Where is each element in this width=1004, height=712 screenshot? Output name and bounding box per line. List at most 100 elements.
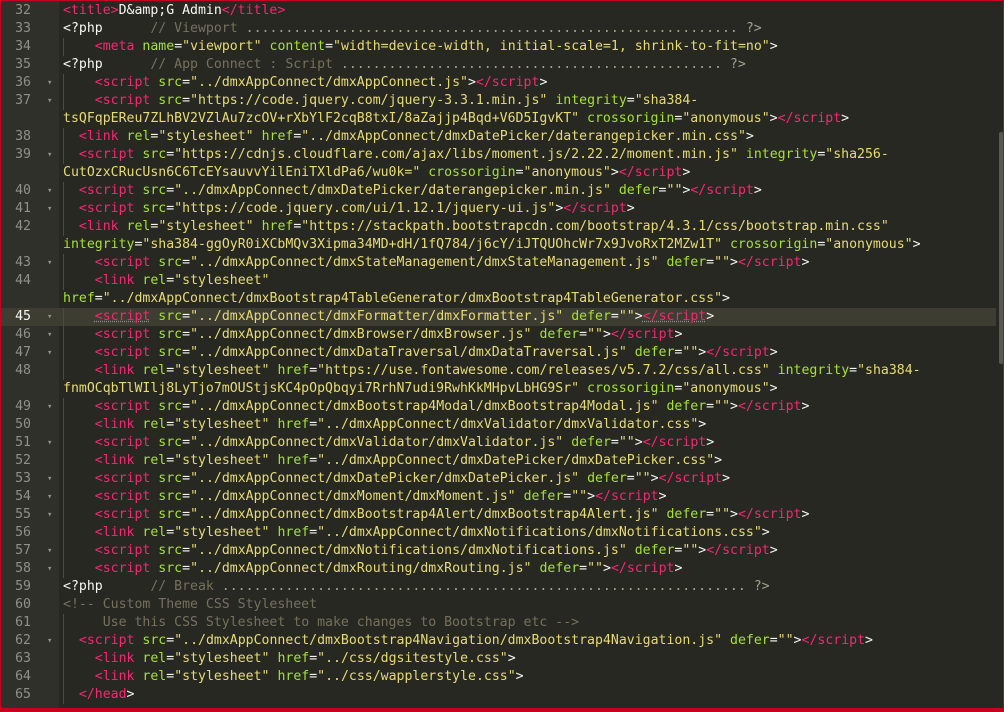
chevron-down-icon[interactable]: ▾ [47,146,52,164]
code-text[interactable]: <link rel="stylesheet" href="https://sta… [63,218,974,236]
code-line-40[interactable]: 40 ▾ <script src="../dmxAppConnect/dmxDat… [0,182,1004,200]
code-line-54[interactable]: 54 ▾ <script src="../dmxAppConnect/dmxMom… [0,488,1004,506]
chevron-down-icon[interactable]: ▾ [47,254,52,272]
code-line-wrap[interactable]: fnmOCqbTlWIlj8LyTjo7mOUStjsKC4pOpQbqyi7R… [0,380,1004,398]
code-line-52[interactable]: 52 <link rel="stylesheet" href="../dmxAp… [0,452,1004,470]
code-text[interactable]: <?php // App Connect : Script ..........… [63,56,974,74]
code-line-59[interactable]: 59 <?php // Break .......................… [0,578,1004,596]
indent-guide [63,524,95,542]
code-line-37[interactable]: 37 ▾ <script src="https://code.jquery.com… [0,92,1004,110]
code-line-58[interactable]: 58 ▾ <script src="../dmxAppConnect/dmxRou… [0,560,1004,578]
code-line-wrap[interactable]: integrity="sha384-ggOyR0iXCbMQv3Xipma34M… [0,236,1004,254]
chevron-down-icon[interactable]: ▾ [47,542,52,560]
code-text[interactable]: <title>D&amp;G Admin</title> [63,2,974,20]
code-line-49[interactable]: 49 ▾ <script src="../dmxAppConnect/dmxBoo… [0,398,1004,416]
chevron-down-icon[interactable]: ▾ [47,182,52,200]
chevron-down-icon[interactable]: ▾ [47,326,52,344]
chevron-down-icon[interactable]: ▾ [47,200,52,218]
chevron-down-icon[interactable]: ▾ [47,632,52,650]
code-text[interactable]: <script src="../dmxAppConnect/dmxBootstr… [63,398,974,416]
code-text[interactable]: <link rel="stylesheet" [63,272,974,290]
code-line-46[interactable]: 46 ▾ <script src="../dmxAppConnect/dmxBro… [0,326,1004,344]
code-text[interactable]: </head> [63,686,974,704]
chevron-down-icon[interactable]: ▾ [47,344,52,362]
vertical-scrollbar-thumb[interactable] [999,132,1003,364]
chevron-down-icon[interactable]: ▾ [47,506,52,524]
code-text[interactable]: <!-- Custom Theme CSS Stylesheet [63,596,974,614]
code-text[interactable]: <script src="../dmxAppConnect/dmxFormatt… [63,308,974,326]
chevron-down-icon[interactable]: ▾ [47,560,52,578]
code-line-61[interactable]: 61 Use this CSS Stylesheet to make chang… [0,614,1004,632]
code-text[interactable]: <script src="../dmxAppConnect/dmxStateMa… [63,254,974,272]
code-editor[interactable]: 32 <title>D&amp;G Admin</title> 33 <?php //… [0,0,1004,712]
chevron-down-icon[interactable]: ▾ [47,470,52,488]
code-text[interactable]: <script src="../dmxAppConnect/dmxDatePic… [63,182,974,200]
code-line-43[interactable]: 43 ▾ <script src="../dmxAppConnect/dmxSta… [0,254,1004,272]
code-line-36[interactable]: 36 ▾ <script src="../dmxAppConnect/dmxApp… [0,74,1004,92]
code-line-50[interactable]: 50 <link rel="stylesheet" href="../dmxAp… [0,416,1004,434]
code-line-55[interactable]: 55 ▾ <script src="../dmxAppConnect/dmxBoo… [0,506,1004,524]
code-text[interactable]: <link rel="stylesheet" href="../dmxAppCo… [63,524,974,542]
code-text[interactable]: integrity="sha384-ggOyR0iXCbMQv3Xipma34M… [63,236,974,254]
code-text[interactable]: <script src="../dmxAppConnect/dmxMoment/… [63,488,974,506]
code-line-42[interactable]: 42 <link rel="stylesheet" href="https://… [0,218,1004,236]
chevron-down-icon[interactable]: ▾ [47,434,52,452]
code-text[interactable]: <?php // Break .........................… [63,578,974,596]
code-line-35[interactable]: 35 <?php // App Connect : Script ........… [0,56,1004,74]
code-text[interactable]: <?php // Viewport ......................… [63,20,974,38]
code-text[interactable]: <script src="https://code.jquery.com/jqu… [63,92,974,110]
code-line-wrap[interactable]: href="../dmxAppConnect/dmxBootstrap4Tabl… [0,290,1004,308]
code-line-47[interactable]: 47 ▾ <script src="../dmxAppConnect/dmxDat… [0,344,1004,362]
code-text[interactable]: <script src="https://code.jquery.com/ui/… [63,200,974,218]
code-line-wrap[interactable]: CutOzxCRucUsn6C6TcEYsauvvYilEniTXldPa6/w… [0,164,1004,182]
code-text[interactable]: <link rel="stylesheet" href="https://use… [63,362,974,380]
code-line-41[interactable]: 41 ▾ <script src="https://code.jquery.com… [0,200,1004,218]
code-text[interactable]: <link rel="stylesheet" href="../css/dgsi… [63,650,974,668]
code-lines[interactable]: 32 <title>D&amp;G Admin</title> 33 <?php //… [0,2,1004,704]
code-line-39[interactable]: 39 ▾ <script src="https://cdnjs.cloudflar… [0,146,1004,164]
code-text[interactable]: <link rel="stylesheet" href="../dmxAppCo… [63,416,974,434]
code-text[interactable]: fnmOCqbTlWIlj8LyTjo7mOUStjsKC4pOpQbqyi7R… [63,380,974,398]
code-line-65[interactable]: 65 </head> [0,686,1004,704]
code-text[interactable]: <script src="../dmxAppConnect/dmxRouting… [63,560,974,578]
code-line-38[interactable]: 38 <link rel="stylesheet" href="../dmxAp… [0,128,1004,146]
code-line-44[interactable]: 44 <link rel="stylesheet" [0,272,1004,290]
code-text[interactable]: <script src="../dmxAppConnect/dmxAppConn… [63,74,974,92]
code-text[interactable]: <meta name="viewport" content="width=dev… [63,38,974,56]
code-line-63[interactable]: 63 <link rel="stylesheet" href="../css/d… [0,650,1004,668]
code-text[interactable]: <script src="../dmxAppConnect/dmxBootstr… [63,632,974,650]
code-line-34[interactable]: 34 <meta name="viewport" content="width=… [0,38,1004,56]
code-line-57[interactable]: 57 ▾ <script src="../dmxAppConnect/dmxNot… [0,542,1004,560]
code-line-56[interactable]: 56 <link rel="stylesheet" href="../dmxAp… [0,524,1004,542]
code-text[interactable]: href="../dmxAppConnect/dmxBootstrap4Tabl… [63,290,974,308]
code-line-51[interactable]: 51 ▾ <script src="../dmxAppConnect/dmxVal… [0,434,1004,452]
code-text[interactable]: Use this CSS Stylesheet to make changes … [63,614,974,632]
code-text[interactable]: <link rel="stylesheet" href="../dmxAppCo… [63,128,974,146]
code-text[interactable]: <link rel="stylesheet" href="../dmxAppCo… [63,452,974,470]
code-text[interactable]: <script src="https://cdnjs.cloudflare.co… [63,146,974,164]
code-text[interactable]: tsQFqpEReu7ZLhBV2VZlAu7zcOV+rXbYlF2cqB8t… [63,110,974,128]
chevron-down-icon[interactable]: ▾ [47,92,52,110]
code-text[interactable]: CutOzxCRucUsn6C6TcEYsauvvYilEniTXldPa6/w… [63,164,974,182]
code-text[interactable]: <script src="../dmxAppConnect/dmxBrowser… [63,326,974,344]
plain-token: > [801,507,810,522]
chevron-down-icon[interactable]: ▾ [47,398,52,416]
code-line-33[interactable]: 33 <?php // Viewport ....................… [0,20,1004,38]
code-line-53[interactable]: 53 ▾ <script src="../dmxAppConnect/dmxDat… [0,470,1004,488]
code-line-62[interactable]: 62 ▾ <script src="../dmxAppConnect/dmxBoo… [0,632,1004,650]
code-text[interactable]: <link rel="stylesheet" href="../css/wapp… [63,668,974,686]
code-line-45[interactable]: 45 ▾ <script src="../dmxAppConnect/dmxFor… [0,308,1004,326]
code-text[interactable]: <script src="../dmxAppConnect/dmxBootstr… [63,506,974,524]
code-line-48[interactable]: 48 <link rel="stylesheet" href="https://… [0,362,1004,380]
chevron-down-icon[interactable]: ▾ [47,308,52,326]
code-text[interactable]: <script src="../dmxAppConnect/dmxDatePic… [63,470,974,488]
code-line-32[interactable]: 32 <title>D&amp;G Admin</title> [0,2,1004,20]
chevron-down-icon[interactable]: ▾ [47,488,52,506]
code-line-60[interactable]: 60 <!-- Custom Theme CSS Stylesheet [0,596,1004,614]
code-text[interactable]: <script src="../dmxAppConnect/dmxNotific… [63,542,974,560]
chevron-down-icon[interactable]: ▾ [47,74,52,92]
code-text[interactable]: <script src="../dmxAppConnect/dmxDataTra… [63,344,974,362]
code-line-64[interactable]: 64 <link rel="stylesheet" href="../css/w… [0,668,1004,686]
code-text[interactable]: <script src="../dmxAppConnect/dmxValidat… [63,434,974,452]
code-line-wrap[interactable]: tsQFqpEReu7ZLhBV2VZlAu7zcOV+rXbYlF2cqB8t… [0,110,1004,128]
